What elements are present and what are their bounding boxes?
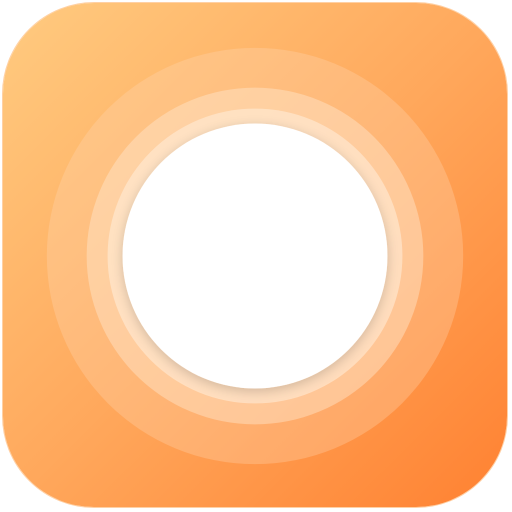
assistive-touch-button-icon — [3, 3, 507, 507]
app-icon-tile[interactable] — [2, 2, 508, 508]
canvas — [0, 0, 512, 512]
center-disc[interactable] — [122, 123, 388, 389]
